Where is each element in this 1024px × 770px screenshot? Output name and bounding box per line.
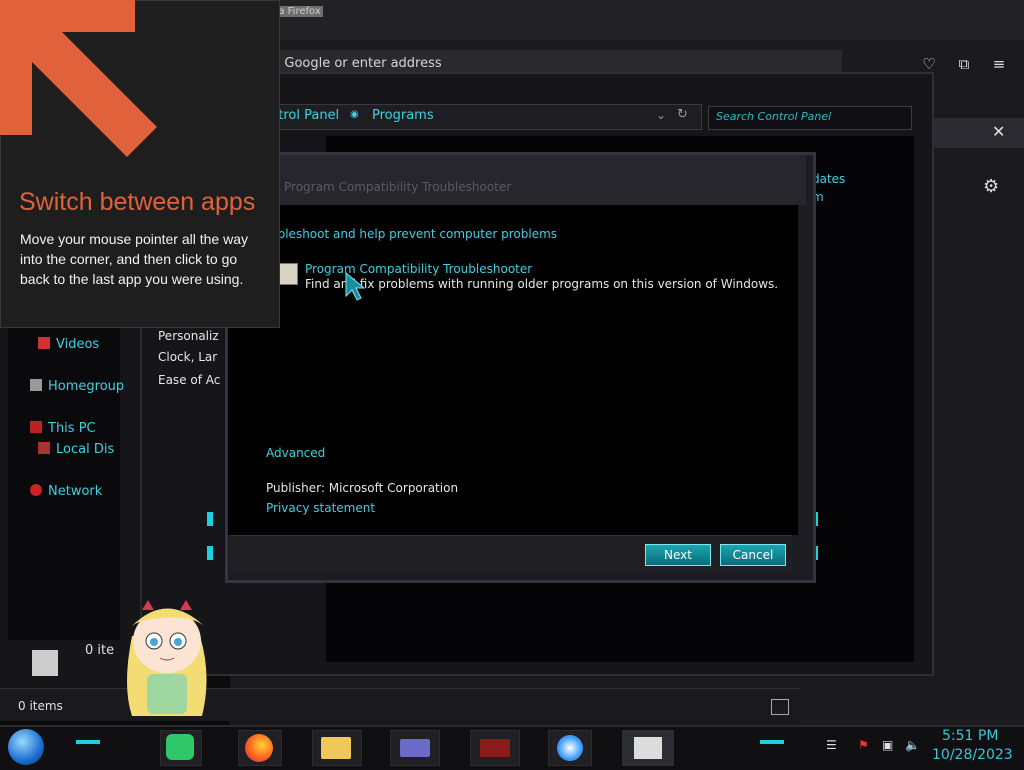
privacy-statement-link[interactable]: Privacy statement	[266, 501, 375, 515]
taskbar-app-firefox[interactable]	[238, 730, 282, 766]
action-center-icon[interactable]: ⚑	[858, 738, 869, 752]
troubleshooter-item-link[interactable]: Program Compatibility Troubleshooter	[305, 262, 532, 276]
chevron-down-icon[interactable]: ⌄	[656, 108, 666, 122]
clock-time[interactable]: 5:51 PM	[942, 728, 998, 744]
publisher-label: Publisher: Microsoft Corporation	[266, 481, 459, 495]
menu-icon[interactable]: ≡	[988, 53, 1010, 75]
breadcrumb-separator-icon: ◉	[350, 109, 359, 120]
view-toggle-icon[interactable]	[771, 699, 789, 715]
tip-body: Move your mouse pointer all the way into…	[20, 231, 248, 287]
taskbar-app-settings[interactable]	[548, 730, 592, 766]
taskbar-app-troubleshooter[interactable]	[622, 730, 674, 766]
cp-category-ease-of-access[interactable]: Ease of Ac	[158, 373, 220, 387]
explorer-navigation-pane	[8, 310, 120, 640]
pc-icon	[30, 421, 42, 433]
taskbar-app-media[interactable]	[470, 730, 520, 766]
cp-category-personalization[interactable]: Personaliz	[158, 329, 219, 343]
notes-icon	[166, 734, 194, 760]
media-icon	[480, 739, 510, 757]
refresh-icon[interactable]: ↻	[677, 107, 688, 122]
network-icon	[30, 484, 42, 496]
cp-link-updates[interactable]: dates	[812, 172, 845, 186]
breadcrumb-control-panel[interactable]: ntrol Panel	[270, 108, 339, 123]
dialog-heading: ubleshoot and help prevent computer prob…	[270, 227, 558, 241]
nav-item-local-disk[interactable]: Local Dis	[38, 442, 114, 457]
settings-icon	[557, 735, 583, 761]
nav-item-this-pc[interactable]: This PC	[30, 421, 96, 436]
network-tray-icon[interactable]: ▣	[882, 738, 893, 752]
explorer-status-text: 0 items	[18, 699, 63, 713]
homegroup-icon	[30, 379, 42, 391]
troubleshooter-item-description: Find and fix problems with running older…	[305, 277, 779, 291]
troubleshooter-icon	[634, 737, 662, 759]
nav-item-homegroup[interactable]: Homegroup	[30, 379, 124, 394]
drive-icon	[38, 442, 50, 454]
advanced-link[interactable]: Advanced	[266, 446, 325, 460]
close-icon[interactable]: ✕	[992, 122, 1005, 141]
videos-icon	[38, 337, 50, 349]
taskbar-led	[76, 740, 100, 744]
file-explorer-icon	[321, 737, 351, 759]
next-button[interactable]: Next	[645, 544, 711, 566]
frame-led	[207, 546, 213, 560]
taskbar-app-control-panel[interactable]	[390, 730, 440, 766]
search-placeholder: Search Control Panel	[716, 110, 832, 123]
frame-led	[207, 512, 213, 526]
nav-item-network[interactable]: Network	[30, 484, 102, 499]
firefox-url-placeholder: n Google or enter address	[272, 56, 442, 71]
taskbar-app-notes[interactable]	[160, 730, 202, 766]
start-button[interactable]	[8, 729, 44, 765]
cancel-button[interactable]: Cancel	[720, 544, 786, 566]
nav-item-videos[interactable]: Videos	[38, 337, 99, 352]
explorer-items-partial: 0 ite	[85, 643, 115, 658]
file-icon	[32, 650, 58, 676]
mascot-character	[127, 600, 207, 716]
firefox-notification-bar	[926, 118, 1024, 148]
firefox-icon	[245, 734, 273, 762]
tip-title: Switch between apps	[19, 188, 256, 216]
troubleshooter-icon	[278, 263, 298, 285]
taskbar-app-file-explorer[interactable]	[312, 730, 362, 766]
gear-icon[interactable]: ⚙	[983, 176, 999, 197]
corner-arrow-icon	[0, 0, 157, 157]
show-desktop-icon[interactable]: ☰	[826, 738, 837, 752]
volume-icon[interactable]: 🔈	[905, 738, 920, 752]
taskbar-led	[760, 740, 784, 744]
clock-date[interactable]: 10/28/2023	[932, 747, 1013, 763]
extensions-icon[interactable]: ⧉	[953, 53, 975, 75]
dialog-title: Program Compatibility Troubleshooter	[284, 180, 512, 194]
control-panel-icon	[400, 739, 430, 757]
firefox-titlebar	[230, 0, 1024, 40]
cp-category-clock[interactable]: Clock, Lar	[158, 350, 217, 364]
breadcrumb-programs[interactable]: Programs	[372, 108, 434, 123]
mouse-cursor-icon	[345, 272, 366, 301]
